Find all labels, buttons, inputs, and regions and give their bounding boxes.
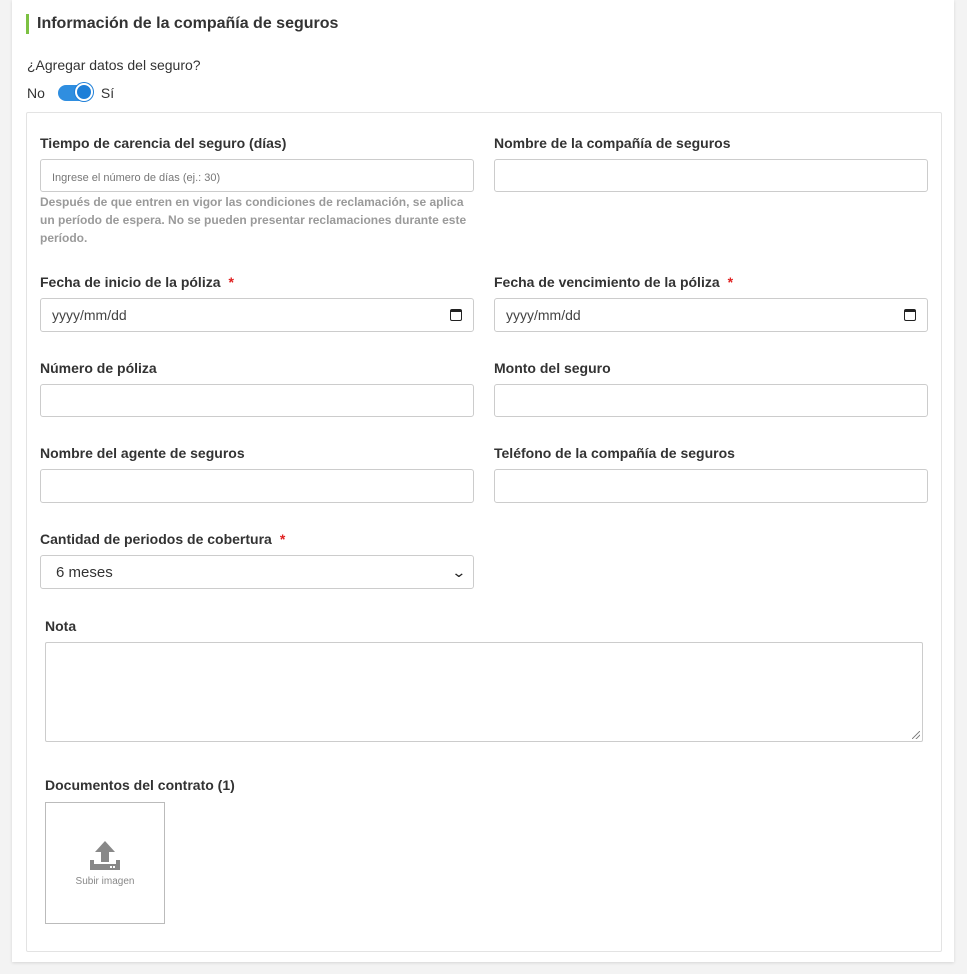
- start-date-label: Fecha de inicio de la póliza *: [40, 274, 234, 290]
- coverage-periods-selected: 6 meses: [56, 563, 113, 581]
- policy-number-input[interactable]: [40, 384, 474, 417]
- waiting-period-input[interactable]: [40, 159, 474, 192]
- start-date-label-text: Fecha de inicio de la póliza: [40, 274, 221, 290]
- calendar-icon[interactable]: [450, 309, 462, 321]
- end-date-placeholder: yyyy/mm/dd: [506, 307, 581, 323]
- end-date-input[interactable]: yyyy/mm/dd: [494, 298, 928, 332]
- waiting-period-hint: Después de que entren en vigor las condi…: [40, 195, 467, 245]
- insurance-card: Información de la compañía de seguros ¿A…: [12, 0, 954, 962]
- upload-image-button[interactable]: Subir imagen: [45, 802, 165, 924]
- note-textarea[interactable]: [45, 642, 923, 742]
- waiting-period-label: Tiempo de carencia del seguro (días): [40, 135, 287, 151]
- coverage-periods-label-text: Cantidad de periodos de cobertura: [40, 531, 272, 547]
- upload-icon: [90, 840, 120, 870]
- amount-input[interactable]: [494, 384, 928, 417]
- note-label: Nota: [45, 618, 77, 634]
- required-mark: *: [279, 531, 286, 547]
- coverage-periods-label: Cantidad de periodos de cobertura *: [40, 531, 285, 547]
- add-insurance-question: ¿Agregar datos del seguro?: [27, 57, 201, 73]
- chevron-down-icon: ⌄: [451, 563, 467, 580]
- toggle-no-label: No: [27, 85, 45, 101]
- toggle-knob: [74, 83, 93, 101]
- upload-image-label: Subir imagen: [75, 875, 135, 887]
- calendar-icon[interactable]: [904, 309, 916, 321]
- company-phone-input[interactable]: [494, 469, 928, 503]
- company-name-input[interactable]: [494, 159, 928, 192]
- end-date-label-text: Fecha de vencimiento de la póliza: [494, 274, 720, 290]
- start-date-input[interactable]: yyyy/mm/dd: [40, 298, 474, 332]
- add-insurance-toggle-row: No Sí: [27, 82, 114, 104]
- agent-name-label: Nombre del agente de seguros: [40, 445, 245, 461]
- amount-label: Monto del seguro: [494, 360, 611, 376]
- section-title: Información de la compañía de seguros: [26, 14, 338, 34]
- agent-name-input[interactable]: [40, 469, 474, 503]
- end-date-label: Fecha de vencimiento de la póliza *: [494, 274, 733, 290]
- company-name-label: Nombre de la compañía de seguros: [494, 135, 731, 151]
- toggle-yes-label: Sí: [100, 85, 115, 101]
- policy-number-label: Número de póliza: [40, 360, 157, 376]
- required-mark: *: [228, 274, 234, 290]
- resize-handle[interactable]: [912, 731, 920, 739]
- start-date-placeholder: yyyy/mm/dd: [52, 307, 127, 323]
- documents-label: Documentos del contrato (1): [45, 777, 235, 793]
- required-mark: *: [727, 274, 734, 290]
- add-insurance-toggle[interactable]: [57, 83, 93, 101]
- coverage-periods-select[interactable]: 6 meses ⌄: [40, 555, 474, 589]
- company-phone-label: Teléfono de la compañía de seguros: [494, 445, 735, 461]
